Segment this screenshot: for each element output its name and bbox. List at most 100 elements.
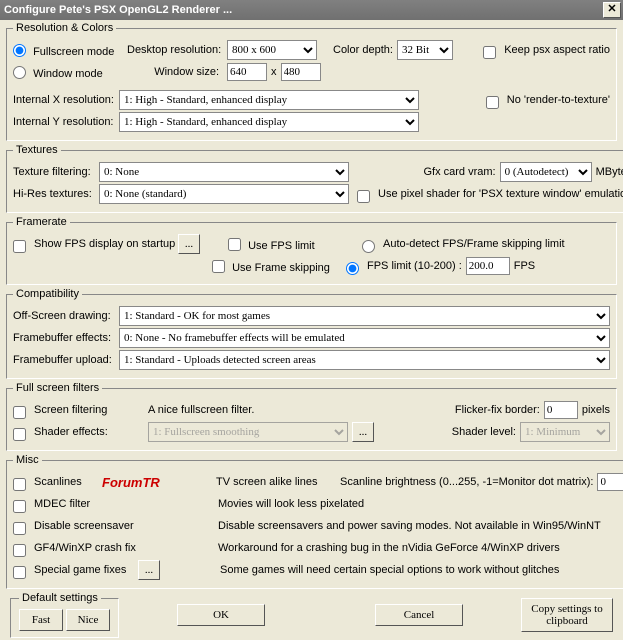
watermark-text: ForumTR: [102, 475, 212, 490]
fbeffects-select[interactable]: 0: None - No framebuffer effects will be…: [119, 328, 610, 348]
use-fps-limit-checkbox[interactable]: [228, 238, 241, 251]
fps-unit-label: FPS: [514, 260, 535, 272]
window-size-label: Window size:: [127, 66, 223, 78]
flicker-label: Flicker-fix border:: [455, 404, 540, 416]
scan-bright-label: Scanline brightness (0...255, -1=Monitor…: [340, 476, 593, 488]
autodetect-radio[interactable]: [362, 240, 375, 253]
ok-button[interactable]: OK: [177, 604, 265, 626]
scanlines-label: Scanlines: [34, 476, 98, 488]
desktop-res-select[interactable]: 800 x 600: [227, 40, 317, 60]
screensaver-checkbox[interactable]: [13, 522, 26, 535]
flicker-input[interactable]: [544, 401, 578, 419]
keep-aspect-checkbox[interactable]: [483, 46, 496, 59]
textures-legend: Textures: [13, 144, 61, 156]
use-frameskip-label: Use Frame skipping: [232, 262, 330, 274]
hires-select[interactable]: 0: None (standard): [99, 184, 349, 204]
framerate-legend: Framerate: [13, 216, 70, 228]
fps-limit-radio[interactable]: [346, 262, 359, 275]
offscreen-label: Off-Screen drawing:: [13, 310, 115, 322]
keep-aspect-label: Keep psx aspect ratio: [504, 44, 610, 56]
use-frameskip-checkbox[interactable]: [212, 260, 225, 273]
filters-group: Full screen filters Screen filtering A n…: [6, 382, 617, 451]
close-icon[interactable]: ✕: [603, 2, 621, 18]
fbupload-label: Framebuffer upload:: [13, 354, 115, 366]
special-label: Special game fixes: [34, 564, 134, 576]
scan-bright-input[interactable]: [597, 473, 623, 491]
pixel-shader-label: Use pixel shader for 'PSX texture window…: [378, 188, 623, 200]
internal-y-label: Internal Y resolution:: [13, 116, 115, 128]
color-depth-select[interactable]: 32 Bit: [397, 40, 453, 60]
fullscreen-label: Fullscreen mode: [33, 46, 114, 58]
fps-limit-input[interactable]: [466, 257, 510, 275]
textures-group: Textures Texture filtering: 0: None Gfx …: [6, 144, 623, 213]
screensaver-desc: Disable screensavers and power saving mo…: [218, 520, 601, 532]
shader-level-select[interactable]: 1: Minimum: [520, 422, 610, 442]
filters-legend: Full screen filters: [13, 382, 102, 394]
show-fps-label: Show FPS display on startup: [34, 238, 174, 250]
screen-filtering-desc: A nice fullscreen filter.: [148, 404, 254, 416]
color-depth-label: Color depth:: [333, 44, 393, 56]
compat-legend: Compatibility: [13, 288, 82, 300]
fps-config-button[interactable]: ...: [178, 234, 200, 254]
window-mode-label: Window mode: [33, 68, 103, 80]
offscreen-select[interactable]: 1: Standard - OK for most games: [119, 306, 610, 326]
shader-effects-select[interactable]: 1: Fullscreen smoothing: [148, 422, 348, 442]
resolution-group: Resolution & Colors Fullscreen mode Desk…: [6, 22, 617, 141]
window-height-input[interactable]: [281, 63, 321, 81]
mdec-desc: Movies will look less pixelated: [218, 498, 364, 510]
mdec-checkbox[interactable]: [13, 500, 26, 513]
hires-label: Hi-Res textures:: [13, 188, 95, 200]
shader-effects-checkbox[interactable]: [13, 428, 26, 441]
fast-button[interactable]: Fast: [19, 609, 63, 631]
vram-select[interactable]: 0 (Autodetect): [500, 162, 592, 182]
fullscreen-radio[interactable]: [13, 44, 26, 57]
misc-legend: Misc: [13, 454, 42, 466]
no-rtt-checkbox[interactable]: [486, 96, 499, 109]
misc-group: Misc Scanlines ForumTR TV screen alike l…: [6, 454, 623, 589]
gf4-label: GF4/WinXP crash fix: [34, 542, 214, 554]
fps-limit-label: FPS limit (10-200) :: [367, 260, 462, 272]
mdec-label: MDEC filter: [34, 498, 214, 510]
defaults-group: Default settings Fast Nice: [10, 592, 119, 638]
gf4-desc: Workaround for a crashing bug in the nVi…: [218, 542, 560, 554]
internal-y-select[interactable]: 1: High - Standard, enhanced display: [119, 112, 419, 132]
defaults-legend: Default settings: [19, 592, 101, 604]
scanlines-desc: TV screen alike lines: [216, 476, 336, 488]
window-mode-radio[interactable]: [13, 66, 26, 79]
no-rtt-label: No 'render-to-texture': [507, 94, 610, 106]
compat-group: Compatibility Off-Screen drawing: 1: Sta…: [6, 288, 617, 379]
special-config-button[interactable]: ...: [138, 560, 160, 580]
framerate-group: Framerate Show FPS display on startup ..…: [6, 216, 617, 285]
internal-x-select[interactable]: 1: High - Standard, enhanced display: [119, 90, 419, 110]
use-fps-limit-label: Use FPS limit: [248, 240, 315, 252]
texture-filtering-select[interactable]: 0: None: [99, 162, 349, 182]
shader-effects-label: Shader effects:: [34, 426, 144, 438]
desktop-res-label: Desktop resolution:: [127, 44, 223, 56]
special-desc: Some games will need certain special opt…: [220, 564, 559, 576]
resolution-legend: Resolution & Colors: [13, 22, 116, 34]
fbupload-select[interactable]: 1: Standard - Uploads detected screen ar…: [119, 350, 610, 370]
vram-label: Gfx card vram:: [423, 166, 495, 178]
shader-level-label: Shader level:: [452, 426, 516, 438]
mbytes-label: MBytes: [596, 166, 623, 178]
scanlines-checkbox[interactable]: [13, 478, 26, 491]
pixels-label: pixels: [582, 404, 610, 416]
screen-filtering-label: Screen filtering: [34, 404, 144, 416]
window-title: Configure Pete's PSX OpenGL2 Renderer ..…: [4, 4, 232, 16]
copy-clipboard-button[interactable]: Copy settings to clipboard: [521, 598, 613, 632]
cancel-button[interactable]: Cancel: [375, 604, 463, 626]
autodetect-label: Auto-detect FPS/Frame skipping limit: [383, 238, 565, 250]
x-separator: x: [271, 66, 277, 78]
titlebar: Configure Pete's PSX OpenGL2 Renderer ..…: [0, 0, 623, 20]
screensaver-label: Disable screensaver: [34, 520, 214, 532]
gf4-checkbox[interactable]: [13, 544, 26, 557]
internal-x-label: Internal X resolution:: [13, 94, 115, 106]
window-width-input[interactable]: [227, 63, 267, 81]
nice-button[interactable]: Nice: [66, 609, 110, 631]
fbeffects-label: Framebuffer effects:: [13, 332, 115, 344]
screen-filtering-checkbox[interactable]: [13, 406, 26, 419]
texture-filtering-label: Texture filtering:: [13, 166, 95, 178]
pixel-shader-checkbox[interactable]: [357, 190, 370, 203]
show-fps-checkbox[interactable]: [13, 240, 26, 253]
shader-config-button[interactable]: ...: [352, 422, 374, 442]
